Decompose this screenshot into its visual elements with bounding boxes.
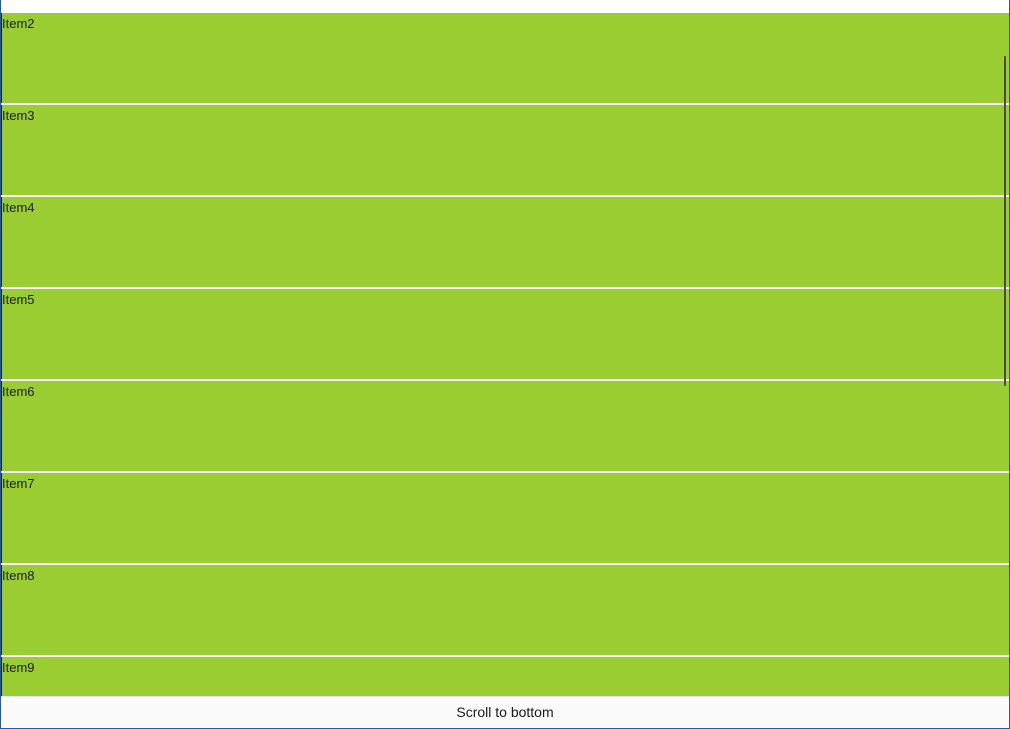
list-item[interactable]: Item5 bbox=[1, 289, 1009, 379]
list-item[interactable]: Item9 bbox=[1, 657, 1009, 696]
scrollbar-thumb[interactable] bbox=[1004, 56, 1006, 386]
list-item[interactable]: Item4 bbox=[1, 197, 1009, 287]
list-item[interactable]: Item8 bbox=[1, 565, 1009, 655]
scroll-to-bottom-button[interactable]: Scroll to bottom bbox=[1, 697, 1009, 728]
footer-bar: Scroll to bottom bbox=[1, 696, 1009, 728]
list-item[interactable]: Item3 bbox=[1, 105, 1009, 195]
vertical-scrollbar[interactable] bbox=[1004, 0, 1007, 696]
app-window: Item2 Item3 Item4 Item5 Item6 Item7 Item… bbox=[0, 0, 1010, 729]
list-item[interactable]: Item6 bbox=[1, 381, 1009, 471]
list-item-label: Item2 bbox=[2, 16, 35, 31]
list-item-label: Item6 bbox=[2, 384, 35, 399]
list-item-label: Item3 bbox=[2, 108, 35, 123]
list-item-label: Item9 bbox=[2, 660, 35, 675]
list-item-label: Item5 bbox=[2, 292, 35, 307]
list-item-label: Item4 bbox=[2, 200, 35, 215]
item-list-viewport[interactable]: Item2 Item3 Item4 Item5 Item6 Item7 Item… bbox=[1, 0, 1009, 696]
list-item[interactable]: Item2 bbox=[1, 13, 1009, 103]
list-item-label: Item8 bbox=[2, 568, 35, 583]
list-item-label: Item7 bbox=[2, 476, 35, 491]
list-item[interactable]: Item7 bbox=[1, 473, 1009, 563]
